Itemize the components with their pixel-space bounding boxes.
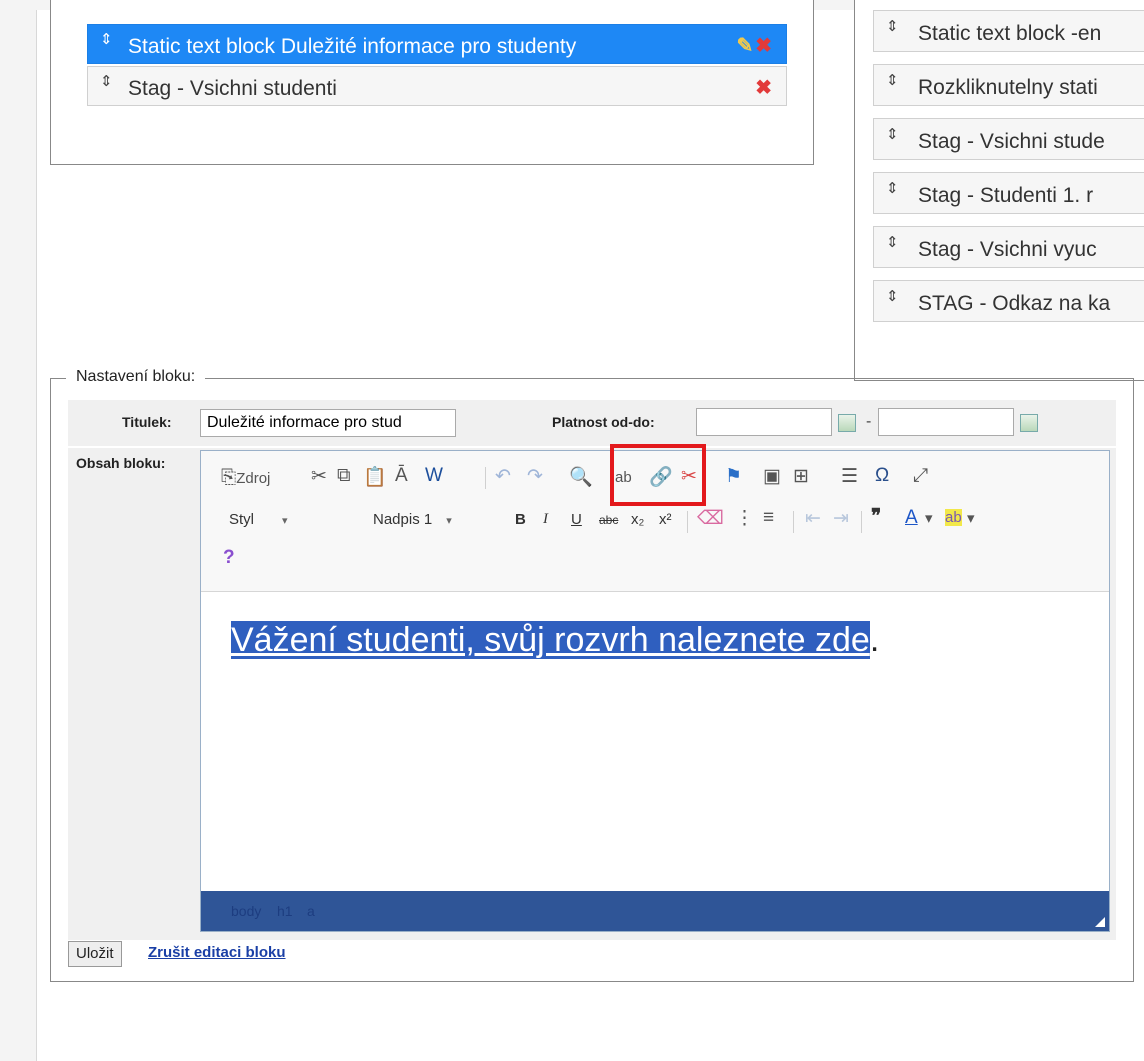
drag-handle-icon[interactable]: ⇕: [886, 71, 899, 89]
toolbar-separator: [485, 467, 486, 489]
list-item[interactable]: ⇕ Static text block -en: [873, 10, 1144, 52]
date-separator: -: [866, 413, 872, 430]
undo-icon[interactable]: ↶: [495, 465, 511, 488]
block-label: Rozkliknutelny stati: [918, 76, 1098, 99]
title-input[interactable]: [200, 409, 456, 437]
paste-word-icon[interactable]: W: [425, 465, 443, 487]
block-label: Stag - Studenti 1. r: [918, 184, 1094, 207]
list-item[interactable]: ⇕ Stag - Studenti 1. r: [873, 172, 1144, 214]
rich-text-editor: ⎘Zdroj ✂ ⧉ 📋 Ā W ↶ ↷ 🔍 ab 🔗 ✂ ⚑ ▣ ⊞ ☰ Ω …: [200, 444, 1110, 932]
cut-icon[interactable]: ✂: [311, 465, 327, 488]
validity-to-input[interactable]: [878, 408, 1014, 436]
chevron-down-icon: ▾: [446, 515, 452, 527]
content-link[interactable]: Vážení studenti, svůj rozvrh naleznete z…: [231, 621, 870, 659]
calendar-icon[interactable]: [1020, 414, 1038, 432]
left-gutter: [0, 0, 37, 1061]
bold-icon[interactable]: B: [515, 511, 526, 528]
drag-handle-icon[interactable]: ⇕: [100, 72, 113, 90]
list-item[interactable]: ⇕ STAG - Odkaz na ka: [873, 280, 1144, 322]
title-label: Titulek:: [122, 414, 172, 430]
cancel-edit-link[interactable]: Zrušit editaci bloku: [148, 944, 286, 961]
drag-handle-icon[interactable]: ⇕: [886, 125, 899, 143]
strikethrough-icon[interactable]: abc: [599, 513, 618, 527]
list-item[interactable]: ⇕ Stag - Vsichni studenti ✖: [87, 66, 787, 106]
block-label: Stag - Vsichni stude: [918, 130, 1105, 153]
italic-icon[interactable]: I: [543, 511, 548, 528]
redo-icon[interactable]: ↷: [527, 465, 543, 488]
paste-text-icon[interactable]: Ā: [395, 465, 408, 487]
calendar-icon[interactable]: [838, 414, 856, 432]
table-icon[interactable]: ⊞: [793, 465, 809, 488]
drag-handle-icon[interactable]: ⇕: [886, 179, 899, 197]
chevron-down-icon[interactable]: ▾: [925, 509, 933, 527]
style-combo[interactable]: Styl ▾: [229, 511, 288, 528]
image-icon[interactable]: ▣: [763, 465, 781, 488]
chevron-down-icon[interactable]: ▾: [967, 509, 975, 527]
path-a[interactable]: a: [307, 903, 315, 919]
source-label: Zdroj: [236, 470, 271, 487]
numbered-list-icon[interactable]: ⋮: [735, 507, 754, 530]
editor-statusbar: body h1 a: [201, 891, 1109, 931]
bg-color-icon[interactable]: ab: [945, 509, 962, 526]
list-item[interactable]: ⇕ Rozkliknutelny stati: [873, 64, 1144, 106]
blockquote-icon[interactable]: ❞: [871, 505, 881, 528]
style-combo-label: Styl: [229, 511, 255, 528]
underline-icon[interactable]: U: [571, 511, 582, 528]
source-button[interactable]: ⎘Zdroj: [221, 467, 270, 489]
save-button[interactable]: Uložit: [68, 941, 122, 967]
toolbar-separator: [861, 511, 862, 533]
format-combo-label: Nadpis 1: [373, 511, 433, 528]
editor-content[interactable]: Vážení studenti, svůj rozvrh naleznete z…: [231, 621, 879, 660]
format-combo[interactable]: Nadpis 1 ▾: [373, 511, 452, 528]
editor-toolbar: ⎘Zdroj ✂ ⧉ 📋 Ā W ↶ ↷ 🔍 ab 🔗 ✂ ⚑ ▣ ⊞ ☰ Ω …: [201, 444, 1109, 592]
block-label: Stag - Vsichni vyuc: [918, 238, 1097, 261]
item-actions: ✎ ✖: [736, 33, 772, 58]
text-color-icon[interactable]: A: [905, 507, 918, 529]
content-trailing: .: [869, 621, 880, 659]
remove-format-icon[interactable]: ⌫: [697, 507, 724, 530]
chevron-down-icon: ▾: [282, 515, 288, 527]
highlight-box: [610, 444, 706, 506]
block-label: STAG - Odkaz na ka: [918, 292, 1111, 315]
content-label: Obsah bloku:: [76, 455, 166, 471]
superscript-icon[interactable]: x²: [659, 511, 672, 528]
copy-icon[interactable]: ⧉: [337, 465, 351, 487]
special-char-icon[interactable]: Ω: [875, 465, 889, 487]
bullet-list-icon[interactable]: ≡: [763, 507, 774, 529]
validity-label: Platnost od-do:: [552, 414, 655, 430]
drag-handle-icon[interactable]: ⇕: [886, 17, 899, 35]
path-body[interactable]: body: [231, 903, 261, 919]
fieldset-legend: Nastavení bloku:: [66, 368, 206, 386]
toolbar-separator: [793, 511, 794, 533]
block-label: Static text block -en: [918, 22, 1102, 45]
list-item[interactable]: ⇕ Stag - Vsichni vyuc: [873, 226, 1144, 268]
assigned-blocks-panel: ⇕ Static text block Duležité informace p…: [50, 0, 814, 165]
item-actions: ✖: [755, 75, 772, 100]
list-item[interactable]: ⇕ Stag - Vsichni stude: [873, 118, 1144, 160]
help-icon[interactable]: ?: [223, 547, 235, 569]
drag-handle-icon[interactable]: ⇕: [886, 287, 899, 305]
list-item[interactable]: ⇕ Static text block Duležité informace p…: [87, 24, 787, 64]
outdent-icon[interactable]: ⇤: [805, 507, 821, 530]
delete-icon[interactable]: ✖: [755, 77, 772, 99]
delete-icon[interactable]: ✖: [755, 35, 772, 57]
source-icon: ⎘: [221, 467, 237, 488]
find-icon[interactable]: 🔍: [569, 465, 593, 489]
subscript-icon[interactable]: x₂: [631, 511, 644, 528]
drag-handle-icon[interactable]: ⇕: [100, 30, 113, 48]
anchor-icon[interactable]: ⚑: [725, 465, 742, 488]
block-label: Static text block Duležité informace pro…: [128, 35, 577, 58]
maximize-icon[interactable]: ⤢: [913, 465, 928, 487]
indent-icon[interactable]: ⇥: [833, 507, 849, 530]
available-blocks-panel: ⇕ Static text block -en ⇕ Rozkliknutelny…: [854, 0, 1144, 381]
resize-handle-icon[interactable]: [1095, 917, 1105, 927]
validity-from-input[interactable]: [696, 408, 832, 436]
block-label: Stag - Vsichni studenti: [128, 77, 337, 100]
drag-handle-icon[interactable]: ⇕: [886, 233, 899, 251]
horizontal-rule-icon[interactable]: ☰: [841, 465, 858, 488]
path-h1[interactable]: h1: [277, 903, 293, 919]
toolbar-separator: [687, 511, 688, 533]
edit-icon[interactable]: ✎: [736, 35, 753, 57]
paste-icon[interactable]: 📋: [363, 465, 387, 489]
